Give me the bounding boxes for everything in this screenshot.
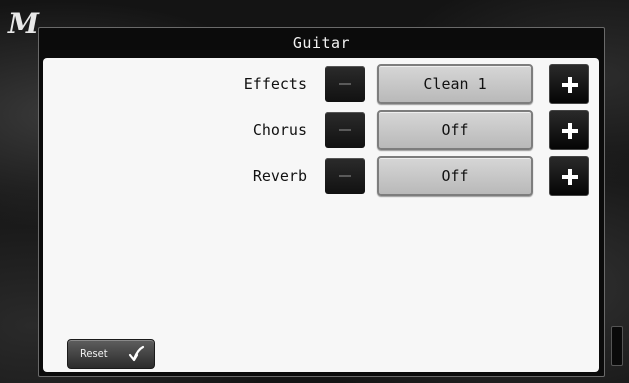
- plus-icon: [562, 123, 578, 139]
- setting-row-effects: Effects Clean 1: [43, 64, 599, 104]
- plus-icon: [562, 77, 578, 93]
- minus-icon: [339, 129, 351, 131]
- setting-label-effects: Effects: [243, 75, 307, 93]
- chorus-value[interactable]: Off: [377, 110, 533, 150]
- setting-row-chorus: Chorus Off: [43, 110, 599, 150]
- return-arrow-icon: [128, 345, 145, 362]
- effects-decrement-button[interactable]: [325, 66, 365, 102]
- reverb-increment-button[interactable]: [549, 156, 589, 196]
- background-side-tab: [611, 326, 623, 366]
- effects-increment-button[interactable]: [549, 64, 589, 104]
- reverb-value[interactable]: Off: [377, 156, 533, 196]
- guitar-settings-window: Guitar Effects Clean 1 Chorus Off Reverb…: [38, 27, 605, 377]
- reset-button[interactable]: Reset: [67, 339, 155, 369]
- chorus-decrement-button[interactable]: [325, 112, 365, 148]
- setting-label-reverb: Reverb: [252, 167, 307, 185]
- settings-panel: Effects Clean 1 Chorus Off Reverb Off Re…: [43, 58, 599, 372]
- setting-label-chorus: Chorus: [252, 121, 307, 139]
- effects-value[interactable]: Clean 1: [377, 64, 533, 104]
- window-title: Guitar: [292, 34, 351, 52]
- minus-icon: [339, 175, 351, 177]
- reset-button-label: Reset: [80, 347, 108, 360]
- plus-icon: [562, 169, 578, 185]
- minus-icon: [339, 83, 351, 85]
- setting-row-reverb: Reverb Off: [43, 156, 599, 196]
- reverb-decrement-button[interactable]: [325, 158, 365, 194]
- background-logo: M: [8, 7, 39, 40]
- chorus-increment-button[interactable]: [549, 110, 589, 150]
